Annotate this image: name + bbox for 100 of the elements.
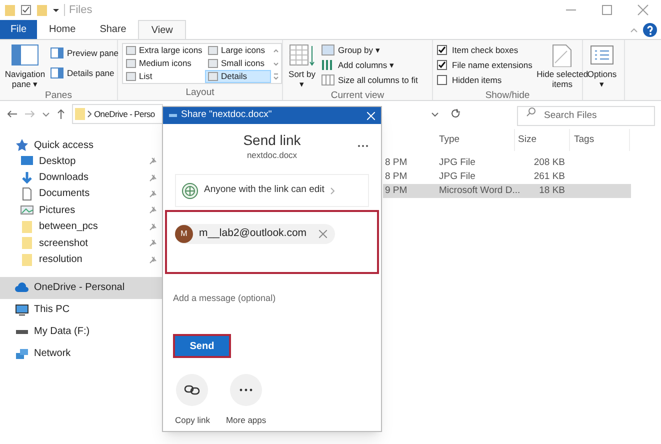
help-icon[interactable] xyxy=(643,23,657,37)
back-icon[interactable] xyxy=(6,108,18,120)
folder-icon xyxy=(20,220,34,234)
pictures-icon xyxy=(20,203,34,218)
chevron-icon xyxy=(330,186,336,194)
document-icon xyxy=(20,186,34,201)
sort-icon xyxy=(287,43,317,67)
folder-icon xyxy=(75,107,85,121)
address-bar[interactable]: OneDrive - Perso xyxy=(72,104,164,124)
navigation-item[interactable]: between_pcs xyxy=(0,218,165,235)
columns-icon xyxy=(321,58,335,72)
pane-icon xyxy=(10,43,40,67)
send-button[interactable]: Send xyxy=(173,334,231,358)
folder-icon xyxy=(36,3,48,17)
navigation-item[interactable]: Pictures xyxy=(0,202,165,219)
ribbon-button[interactable]: Group by ▾ xyxy=(321,43,418,57)
size-cell: 208 KB xyxy=(534,156,565,168)
layout-option[interactable]: Small icons xyxy=(205,57,271,70)
column-header[interactable]: Tags xyxy=(574,132,594,148)
checkbox[interactable]: Item check boxes xyxy=(437,43,532,57)
ribbon-button[interactable]: Options ▾ xyxy=(587,43,617,89)
drive-icon xyxy=(16,330,28,334)
link-icon xyxy=(184,384,200,396)
search-icon xyxy=(526,107,536,117)
recipient-chip[interactable]: M m__lab2@outlook.com xyxy=(175,224,335,244)
date-cell: 9 PM xyxy=(385,184,408,196)
file-row[interactable]: 9 PM Microsoft Word D... 18 KB xyxy=(383,184,631,198)
dialog-heading: Send link xyxy=(243,131,301,149)
ribbon-button[interactable]: Hide selected items xyxy=(536,43,588,89)
pc-icon xyxy=(15,302,29,317)
cloud-icon xyxy=(15,280,29,295)
maximize-icon[interactable] xyxy=(601,4,613,16)
date-cell: 8 PM xyxy=(385,170,408,182)
group-label: Current view xyxy=(330,90,384,101)
navigation-item[interactable]: screenshot xyxy=(0,234,165,252)
size-cell: 261 KB xyxy=(534,170,565,182)
up-icon[interactable] xyxy=(56,108,66,120)
dialog-title: Share "nextdoc.docx" xyxy=(181,108,273,122)
navigation-item[interactable]: Network xyxy=(0,342,165,365)
chevron-icon xyxy=(87,110,92,118)
ribbon-button[interactable]: Details pane xyxy=(50,66,119,80)
navigation-item[interactable]: My Data (F:) xyxy=(0,320,165,343)
checkbox-icon xyxy=(20,3,32,17)
more-apps-button[interactable]: More apps xyxy=(226,374,266,427)
search-field[interactable]: Search Files xyxy=(517,106,655,126)
ribbon-tab[interactable]: Share xyxy=(88,20,138,39)
ribbon-button[interactable]: Preview pane xyxy=(50,46,119,60)
folder-icon xyxy=(20,252,34,267)
layout-option[interactable]: Details xyxy=(205,70,271,83)
file-tab[interactable]: File xyxy=(0,20,37,39)
checkbox[interactable]: File name extensions xyxy=(437,58,532,72)
avatar: M xyxy=(175,225,193,243)
file-name: nextdoc.docx xyxy=(246,149,298,162)
group-label: Layout xyxy=(186,87,214,98)
layout-option[interactable]: Extra large icons xyxy=(123,44,205,57)
file-row[interactable]: 8 PM JPG File 261 KB xyxy=(383,170,631,184)
navigation-item[interactable]: OneDrive - Personal xyxy=(0,276,165,299)
navigation-item[interactable]: Desktop xyxy=(0,153,165,170)
link-settings-button[interactable]: Anyone with the link can edit xyxy=(175,174,369,207)
folder-icon xyxy=(4,3,16,17)
ribbon-tab[interactable]: Home xyxy=(37,20,88,39)
refresh-icon[interactable] xyxy=(451,109,461,119)
navigation-item[interactable]: Downloads xyxy=(0,169,165,186)
ribbon-tab[interactable]: View xyxy=(138,20,186,39)
checkbox[interactable]: Hidden items xyxy=(437,73,532,87)
type-cell: Microsoft Word D... xyxy=(439,184,520,196)
address-path: OneDrive - Perso xyxy=(94,108,155,120)
navigation-item[interactable]: Documents xyxy=(0,186,165,202)
message-field[interactable]: Add a message (optional) xyxy=(173,290,371,306)
more-options-icon[interactable] xyxy=(357,144,369,148)
file-row[interactable]: 8 PM JPG File 208 KB xyxy=(383,156,631,170)
close-icon[interactable] xyxy=(637,4,649,16)
type-cell: JPG File xyxy=(439,156,476,168)
group-label: Panes xyxy=(45,90,72,101)
type-cell: JPG File xyxy=(439,170,476,182)
folder-icon xyxy=(20,236,34,250)
network-icon xyxy=(15,346,29,361)
column-header[interactable]: Size xyxy=(518,132,536,148)
layout-option[interactable]: Large icons xyxy=(205,44,271,57)
column-header[interactable]: Type xyxy=(439,132,460,148)
more-icon xyxy=(238,388,254,392)
recipient-field[interactable]: M m__lab2@outlook.com xyxy=(165,210,379,274)
window-title: Files xyxy=(69,2,92,18)
layout-option[interactable]: List xyxy=(123,70,205,83)
size-cell: 18 KB xyxy=(539,184,565,196)
layout-option[interactable]: Medium icons xyxy=(123,57,205,70)
ribbon-button[interactable]: Sort by ▾ xyxy=(287,43,317,89)
ribbon-button[interactable]: Size all columns to fit xyxy=(321,73,418,87)
navigation-item[interactable]: resolution xyxy=(0,251,165,268)
ribbon-button[interactable]: Navigation pane ▾ xyxy=(4,43,46,89)
navigation-item[interactable]: Quick access xyxy=(0,137,165,153)
bar-icon xyxy=(169,114,177,118)
pane-icon xyxy=(50,46,64,60)
globe-icon xyxy=(182,182,198,198)
star-icon xyxy=(15,138,29,152)
remove-icon xyxy=(318,230,327,238)
navigation-item[interactable]: This PC xyxy=(0,298,165,321)
date-cell: 8 PM xyxy=(385,156,408,168)
ribbon-button[interactable]: Add columns ▾ xyxy=(321,58,418,72)
download-icon xyxy=(20,170,34,185)
